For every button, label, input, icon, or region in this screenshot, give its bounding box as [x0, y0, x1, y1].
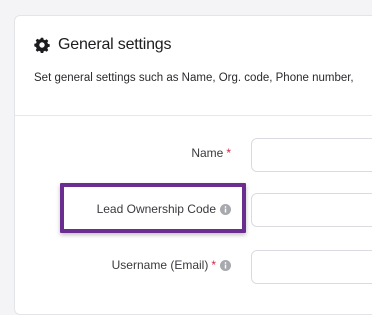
info-icon[interactable]: [220, 259, 231, 271]
section-subtitle: Set general settings such as Name, Org. …: [34, 72, 354, 84]
gear-icon: [34, 37, 50, 53]
username-label: Username (Email) *: [112, 258, 231, 272]
name-label-text: Name: [191, 146, 224, 160]
required-mark: *: [226, 146, 231, 160]
section-header: General settings: [34, 36, 172, 54]
username-email-input[interactable]: [251, 250, 372, 284]
name-label: Name *: [191, 146, 231, 160]
section-title: General settings: [58, 36, 172, 53]
required-mark: *: [211, 258, 216, 272]
name-input[interactable]: [251, 138, 372, 172]
username-label-text: Username (Email): [111, 258, 209, 272]
name-label-row: Name *: [0, 146, 231, 166]
username-label-row: Username (Email) *: [0, 258, 231, 278]
highlight-box: [60, 183, 246, 233]
divider: [15, 115, 372, 116]
lead-ownership-code-input[interactable]: [251, 193, 372, 227]
